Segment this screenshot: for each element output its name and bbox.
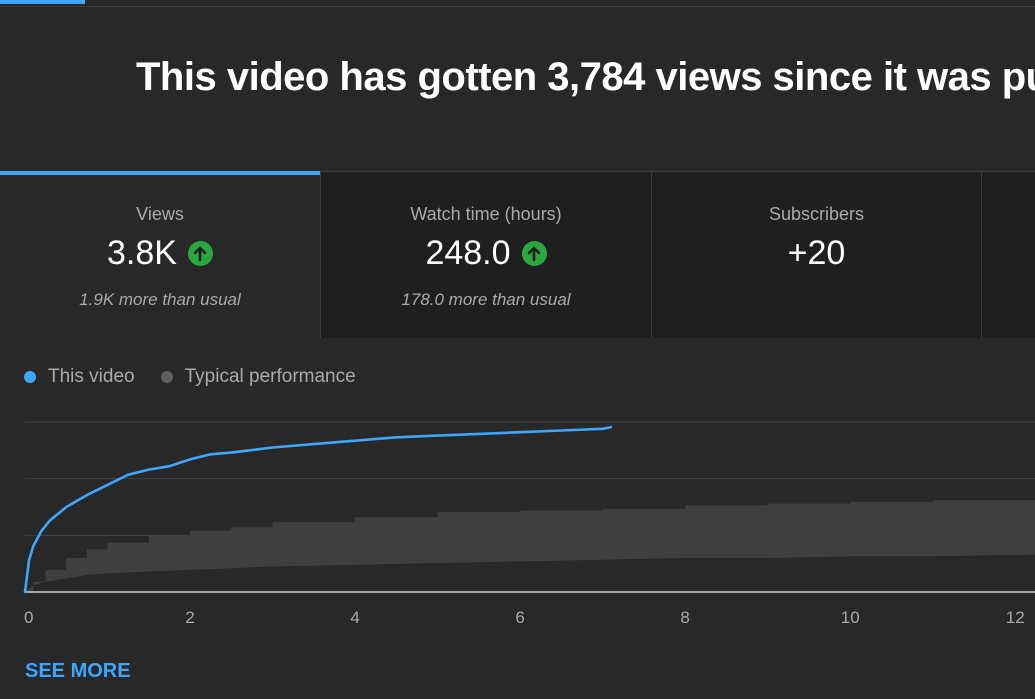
legend-dot-this-video xyxy=(24,371,36,383)
x-tick-label: 2 xyxy=(185,608,194,627)
x-tick-label: 8 xyxy=(680,608,689,627)
legend-label: This video xyxy=(48,366,135,387)
metric-title: Views xyxy=(136,204,184,224)
legend-item-typical[interactable]: Typical performance xyxy=(160,366,356,388)
metric-value: 248.0 xyxy=(425,234,511,272)
see-more-link[interactable]: SEE MORE xyxy=(25,660,131,683)
metric-cards: Views 3.8K 1.9K more than usual Watch ti… xyxy=(0,171,1035,339)
active-tab-indicator xyxy=(0,0,85,4)
metric-value: +20 xyxy=(787,234,846,272)
metric-card-views[interactable]: Views 3.8K 1.9K more than usual xyxy=(0,171,321,338)
chart-legend: This video Typical performance xyxy=(24,366,382,388)
typical-performance-band xyxy=(25,500,1035,592)
top-tab-bar xyxy=(0,0,1035,7)
metric-card-subscribers[interactable]: Subscribers +20 xyxy=(652,172,982,338)
analytics-page: This video has gotten 3,784 views since … xyxy=(0,0,1035,699)
legend-item-this-video[interactable]: This video xyxy=(24,366,135,388)
page-headline: This video has gotten 3,784 views since … xyxy=(136,55,1035,99)
arrow-up-icon xyxy=(521,241,547,266)
metric-comparison: 1.9K more than usual xyxy=(79,290,241,309)
x-tick-label: 4 xyxy=(350,608,359,627)
arrow-up-icon xyxy=(187,241,213,266)
performance-chart: 0 2 4 6 8 10 12 xyxy=(23,421,1035,627)
x-tick-label: 12 xyxy=(1006,608,1025,627)
metric-card-next[interactable] xyxy=(982,172,1035,338)
metric-value: 3.8K xyxy=(107,234,177,272)
x-tick-label: 6 xyxy=(515,608,524,627)
legend-dot-typical xyxy=(160,371,173,383)
metric-comparison: 178.0 more than usual xyxy=(401,290,571,309)
legend-label: Typical performance xyxy=(184,366,356,387)
metric-title: Watch time (hours) xyxy=(410,204,562,224)
metric-title: Subscribers xyxy=(768,204,865,224)
x-tick-label: 10 xyxy=(841,608,860,627)
x-tick-label: 0 xyxy=(24,608,33,627)
metric-card-watch-time[interactable]: Watch time (hours) 248.0 178.0 more than… xyxy=(321,172,652,338)
